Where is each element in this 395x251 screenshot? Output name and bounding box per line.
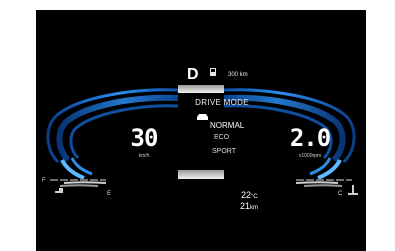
speed-unit: km/h — [138, 153, 150, 159]
fuel-pump-icon — [210, 68, 216, 76]
drive-mode-sport[interactable]: SPORT — [212, 148, 236, 155]
drive-mode-normal[interactable]: NORMAL — [210, 121, 244, 130]
coolant-gauge — [295, 179, 352, 187]
rpm-value: 2.0 — [289, 124, 331, 152]
center-bottom-band — [178, 170, 224, 179]
trip-distance: 21km — [240, 201, 258, 211]
fuel-range: 300 km — [228, 72, 248, 78]
center-top-band — [178, 85, 224, 93]
drive-mode-eco[interactable]: ECO — [214, 134, 229, 141]
fuel-full-label: F — [42, 178, 46, 184]
fuel-gauge — [50, 179, 107, 187]
instrument-cluster: D 300 km DRIVE MODE NORMAL ECO SPORT 30 … — [36, 10, 366, 251]
drive-mode-title: DRIVE MODE — [195, 98, 249, 107]
coolant-temp-icon — [348, 185, 358, 195]
rpm-unit: x1000rpm — [298, 153, 322, 159]
coolant-cold-label: C — [338, 191, 343, 197]
distance-value: 21 — [240, 201, 251, 211]
temperature-value: 22 — [241, 190, 252, 200]
temperature-unit: °C — [251, 194, 258, 200]
speed-value: 30 — [130, 124, 159, 152]
gear-indicator: D — [187, 66, 200, 83]
car-mode-icon — [197, 114, 208, 120]
outside-temperature: 22°C — [241, 190, 258, 200]
fuel-icon — [55, 188, 63, 193]
distance-unit: km — [250, 205, 259, 211]
fuel-empty-label: E — [107, 191, 112, 197]
